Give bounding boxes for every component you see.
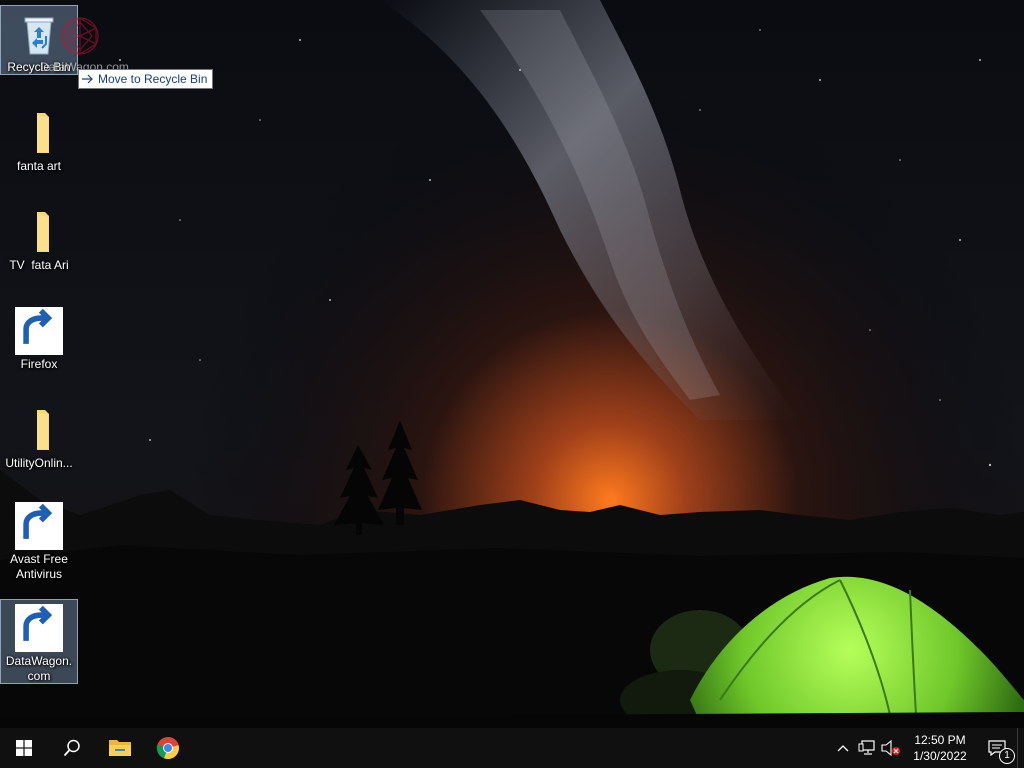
desktop-icon-utilityonline[interactable]: UtilityOnlin...: [1, 402, 77, 471]
datawagon-ghost-icon: [61, 17, 99, 55]
arrow-right-icon: [82, 74, 93, 84]
chevron-up-icon: [837, 745, 849, 752]
taskbar: 12:50 PM 1/30/2022 1: [0, 728, 1024, 768]
volume-muted-icon: [881, 740, 900, 756]
folder-icon: [15, 406, 63, 454]
show-desktop-button[interactable]: [1017, 728, 1024, 768]
desktop-icon-fanta-art[interactable]: fanta art: [1, 105, 77, 174]
desktop-icon-datawagon[interactable]: DataWagon.com: [0, 599, 78, 684]
desktop-icon-label: fanta art: [16, 159, 62, 173]
chrome-icon: [156, 737, 179, 760]
search-button[interactable]: [48, 728, 96, 768]
chrome-button[interactable]: [144, 728, 192, 768]
desktop-icon-tv-fata-ari[interactable]: TV fata Ari: [1, 204, 77, 273]
desktop-icon-firefox[interactable]: Firefox: [1, 303, 77, 372]
folder-icon: [15, 208, 63, 256]
desktop-icon-label: TV fata Ari: [9, 258, 69, 272]
start-button[interactable]: [0, 728, 48, 768]
drop-tooltip-text: Move to Recycle Bin: [98, 72, 208, 86]
network-icon: [858, 740, 875, 755]
shortcut-arrow-icon: [15, 502, 63, 550]
avast-icon: [15, 502, 63, 550]
wallpaper: [0, 0, 1024, 728]
clock[interactable]: 12:50 PM 1/30/2022: [903, 728, 977, 768]
system-tray: 12:50 PM 1/30/2022 1: [831, 728, 1024, 768]
desktop-icon-label: UtilityOnlin...: [5, 456, 73, 470]
desktop-icon-avast[interactable]: Avast Free Antivirus: [1, 498, 77, 582]
drop-tooltip: Move to Recycle Bin: [78, 69, 214, 89]
clock-time: 12:50 PM: [914, 733, 966, 747]
search-icon: [63, 739, 80, 757]
desktop[interactable]: Recycle Bin DataWagon.com Move to Recycl…: [0, 0, 1024, 728]
notification-count-badge: 1: [999, 748, 1015, 764]
desktop-icon-label: DataWagon.com: [5, 654, 73, 683]
volume-button[interactable]: [879, 728, 903, 768]
file-explorer-button[interactable]: [96, 728, 144, 768]
network-button[interactable]: [855, 728, 879, 768]
desktop-icon-label: Avast Free Antivirus: [10, 552, 68, 581]
shortcut-arrow-icon: [15, 604, 63, 652]
datawagon-icon: [15, 604, 63, 652]
clock-date: 1/30/2022: [913, 749, 967, 763]
file-explorer-icon: [109, 740, 131, 756]
show-hidden-icons-button[interactable]: [831, 728, 855, 768]
folder-icon: [15, 109, 63, 157]
action-center-button[interactable]: 1: [977, 728, 1017, 768]
firefox-icon: [15, 307, 63, 355]
shortcut-arrow-icon: [15, 307, 63, 355]
desktop-icon-label: Firefox: [20, 357, 58, 371]
windows-logo-icon: [16, 740, 32, 756]
